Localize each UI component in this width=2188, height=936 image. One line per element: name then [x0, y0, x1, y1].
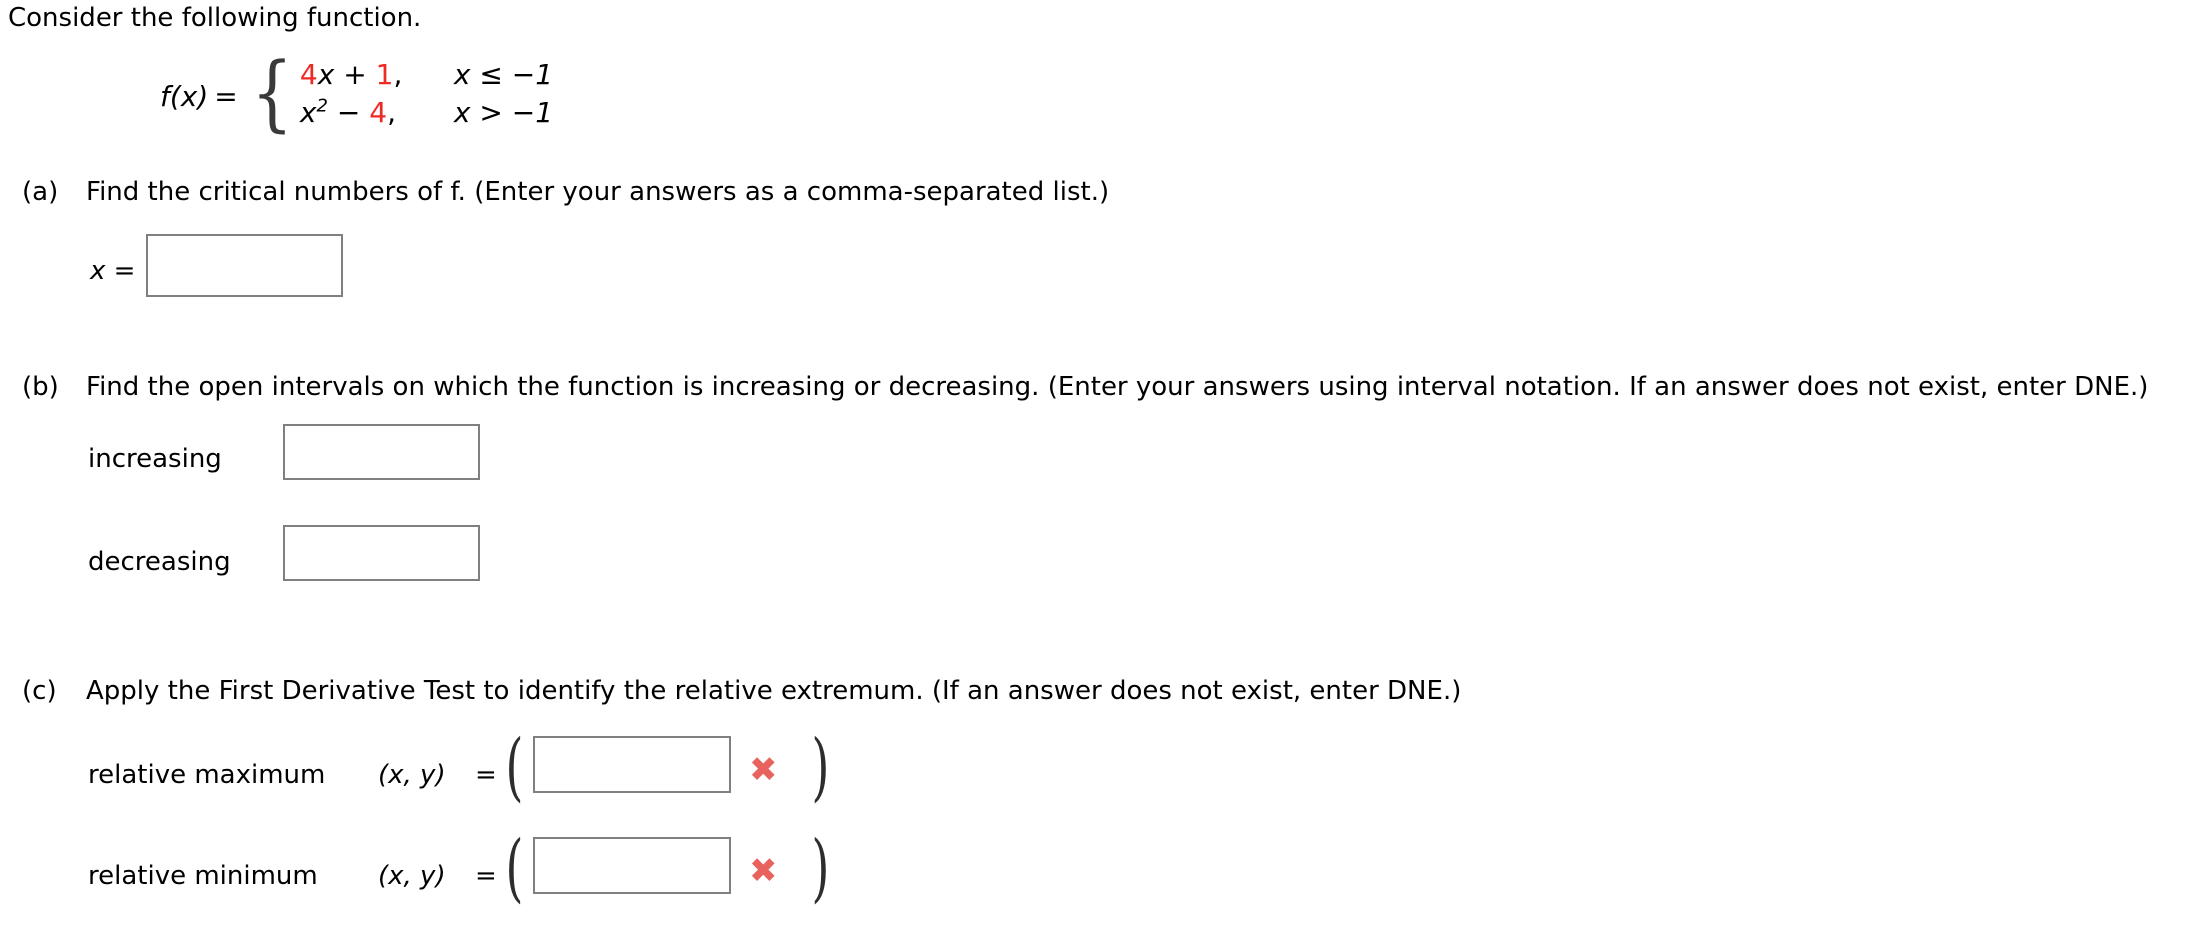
relative-minimum-input[interactable]	[533, 837, 731, 894]
case-1-comma: ,	[393, 58, 403, 91]
case-1-plus-operator: +	[343, 58, 367, 91]
relative-maximum-input[interactable]	[533, 736, 731, 793]
part-c-label: (c)	[22, 676, 57, 706]
relative-minimum-equals-sign: =	[475, 861, 497, 891]
relative-minimum-incorrect-icon: ✖	[749, 851, 778, 891]
case-2-exponent: 2	[316, 95, 328, 117]
part-a-question-text: Find the critical numbers of f. (Enter y…	[86, 177, 1110, 207]
relative-maximum-equals-sign: =	[475, 760, 497, 790]
function-name: f(x)	[160, 79, 209, 113]
case-1-condition: x ≤ −1	[453, 58, 554, 91]
relative-minimum-label: relative minimum	[88, 861, 318, 891]
formula-cases: 4x + 1, x ≤ −1 x2 − 4, x > −1	[298, 58, 553, 134]
part-a-input-label: x =	[90, 256, 136, 286]
case-2-condition: x > −1	[453, 96, 554, 129]
relative-minimum-coordinate-label: (x, y)	[378, 861, 446, 891]
relative-maximum-open-paren: (	[505, 724, 524, 810]
decreasing-interval-input[interactable]	[283, 525, 480, 581]
increasing-interval-input[interactable]	[283, 424, 480, 480]
critical-numbers-input[interactable]	[146, 234, 343, 297]
left-brace-icon: {	[250, 46, 293, 142]
increasing-label: increasing	[88, 444, 222, 474]
part-b-label: (b)	[22, 372, 59, 402]
case-1-constant: 1	[375, 58, 394, 91]
formula-equals-sign: =	[214, 79, 238, 113]
case-2-constant: 4	[369, 96, 388, 129]
part-a-label: (a)	[22, 177, 59, 207]
problem-page: Consider the following function. f(x) = …	[0, 0, 2188, 936]
relative-minimum-close-paren: )	[811, 825, 830, 911]
formula-case-2: x2 − 4, x > −1	[300, 96, 553, 134]
case-2-minus-operator: −	[336, 96, 361, 129]
relative-maximum-coordinate-label: (x, y)	[378, 760, 446, 790]
case-2-variable: x	[299, 96, 317, 129]
case-2-expression: x2 − 4,	[300, 96, 432, 129]
decreasing-label: decreasing	[88, 547, 231, 577]
relative-maximum-close-paren: )	[811, 724, 830, 810]
case-1-expression: 4x + 1,	[300, 58, 432, 91]
relative-minimum-open-paren: (	[505, 825, 524, 911]
case-1-variable: x	[317, 58, 335, 91]
relative-maximum-label: relative maximum	[88, 760, 326, 790]
relative-maximum-incorrect-icon: ✖	[749, 750, 778, 790]
intro-text: Consider the following function.	[8, 3, 422, 33]
part-c-question-text: Apply the First Derivative Test to ident…	[86, 676, 1462, 706]
piecewise-function-formula: f(x) = { 4x + 1, x ≤ −1 x2 − 4, x > −1	[160, 46, 553, 142]
case-1-coefficient: 4	[299, 58, 318, 91]
formula-case-1: 4x + 1, x ≤ −1	[300, 58, 553, 96]
case-2-comma: ,	[387, 96, 396, 129]
part-b-question-text: Find the open intervals on which the fun…	[86, 372, 2149, 402]
